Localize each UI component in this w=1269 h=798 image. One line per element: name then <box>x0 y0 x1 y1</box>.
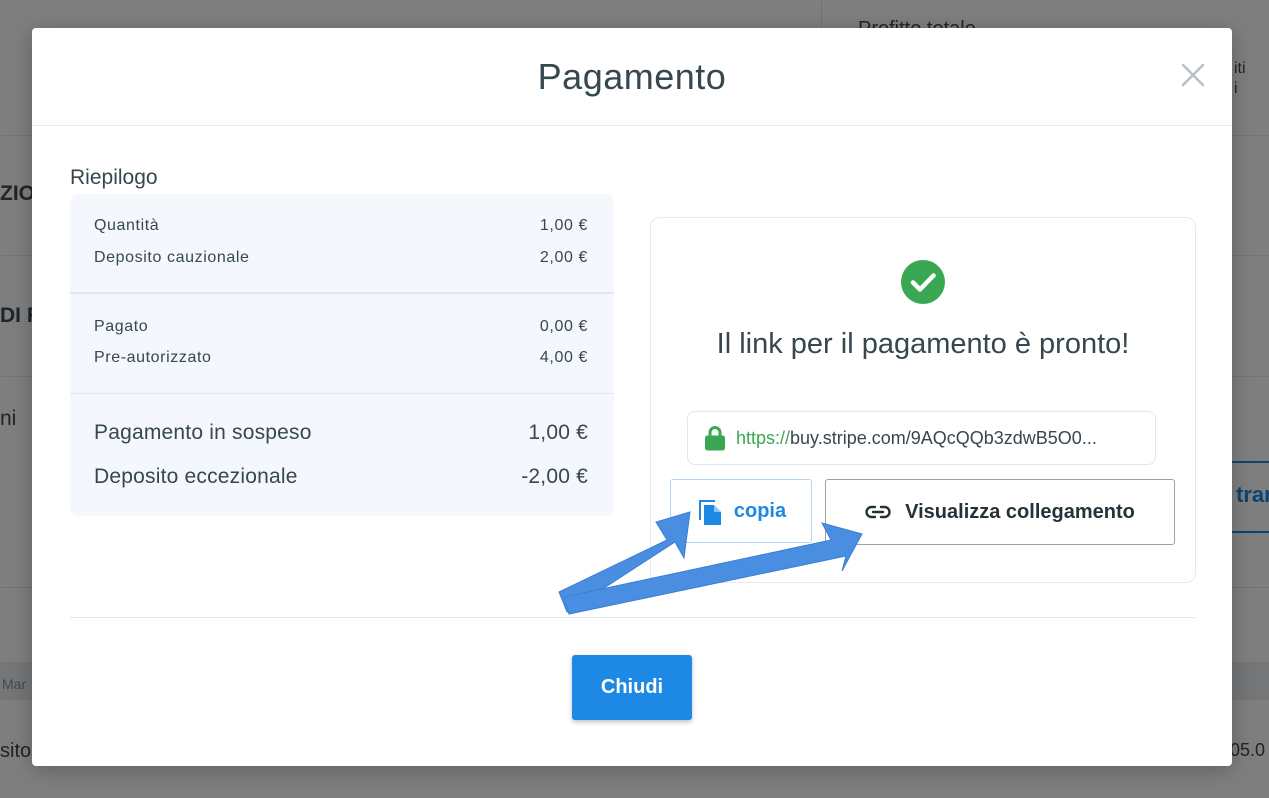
copy-button[interactable]: copia <box>670 479 812 543</box>
payment-modal: Pagamento Riepilogo Quantità 1,00 € Depo… <box>32 28 1232 766</box>
summary-row: Pagamento in sospeso 1,00 € <box>94 421 588 445</box>
link-icon <box>865 505 891 519</box>
summary-row-value: 0,00 € <box>539 318 588 335</box>
summary-row-label: Pre-autorizzato <box>94 349 212 366</box>
summary-row-label: Deposito cauzionale <box>94 249 250 266</box>
check-circle-icon <box>901 260 945 304</box>
summary-section-amounts: Quantità 1,00 € Deposito cauzionale 2,00… <box>70 194 614 294</box>
footer-divider <box>70 617 1195 618</box>
summary-row-label: Pagato <box>94 318 149 335</box>
view-link-button-label: Visualizza collegamento <box>905 500 1135 523</box>
summary-row-label: Quantità <box>94 217 160 234</box>
summary-row: Deposito eccezionale -2,00 € <box>94 465 588 489</box>
summary-row: Quantità 1,00 € <box>94 217 588 235</box>
summary-card: Quantità 1,00 € Deposito cauzionale 2,00… <box>70 194 614 516</box>
close-icon[interactable] <box>1180 62 1206 88</box>
summary-row: Pagato 0,00 € <box>94 318 588 336</box>
summary-row: Deposito cauzionale 2,00 € <box>94 249 588 267</box>
summary-row: Pre-autorizzato 4,00 € <box>94 349 588 367</box>
summary-row-label: Pagamento in sospeso <box>94 421 312 444</box>
copy-button-label: copia <box>733 499 787 522</box>
link-ready-message: Il link per il pagamento è pronto! <box>716 328 1130 360</box>
url-scheme: https:// <box>736 427 791 448</box>
lock-icon <box>705 426 725 451</box>
summary-section-pending: Pagamento in sospeso 1,00 € Deposito ecc… <box>70 394 614 516</box>
summary-row-value: 1,00 € <box>539 217 588 234</box>
modal-title: Pagamento <box>537 56 727 97</box>
summary-row-label: Deposito eccezionale <box>94 465 298 488</box>
url-text: buy.stripe.com/9AQcQQb3zdwB5O0... <box>790 427 1097 448</box>
summary-row-value: -2,00 € <box>521 465 588 488</box>
summary-row-value: 1,00 € <box>528 421 588 444</box>
modal-header: Pagamento <box>32 28 1232 126</box>
view-link-button[interactable]: Visualizza collegamento <box>825 479 1175 545</box>
summary-section-paid: Pagato 0,00 € Pre-autorizzato 4,00 € <box>70 294 614 394</box>
payment-link-card: Il link per il pagamento è pronto! https… <box>650 217 1196 583</box>
payment-url-field[interactable]: https:// buy.stripe.com/9AQcQQb3zdwB5O0.… <box>687 411 1156 465</box>
close-button[interactable]: Chiudi <box>572 655 692 720</box>
summary-row-value: 4,00 € <box>539 349 588 366</box>
copy-icon <box>698 500 721 525</box>
summary-row-value: 2,00 € <box>539 249 588 266</box>
summary-label: Riepilogo <box>70 166 158 189</box>
